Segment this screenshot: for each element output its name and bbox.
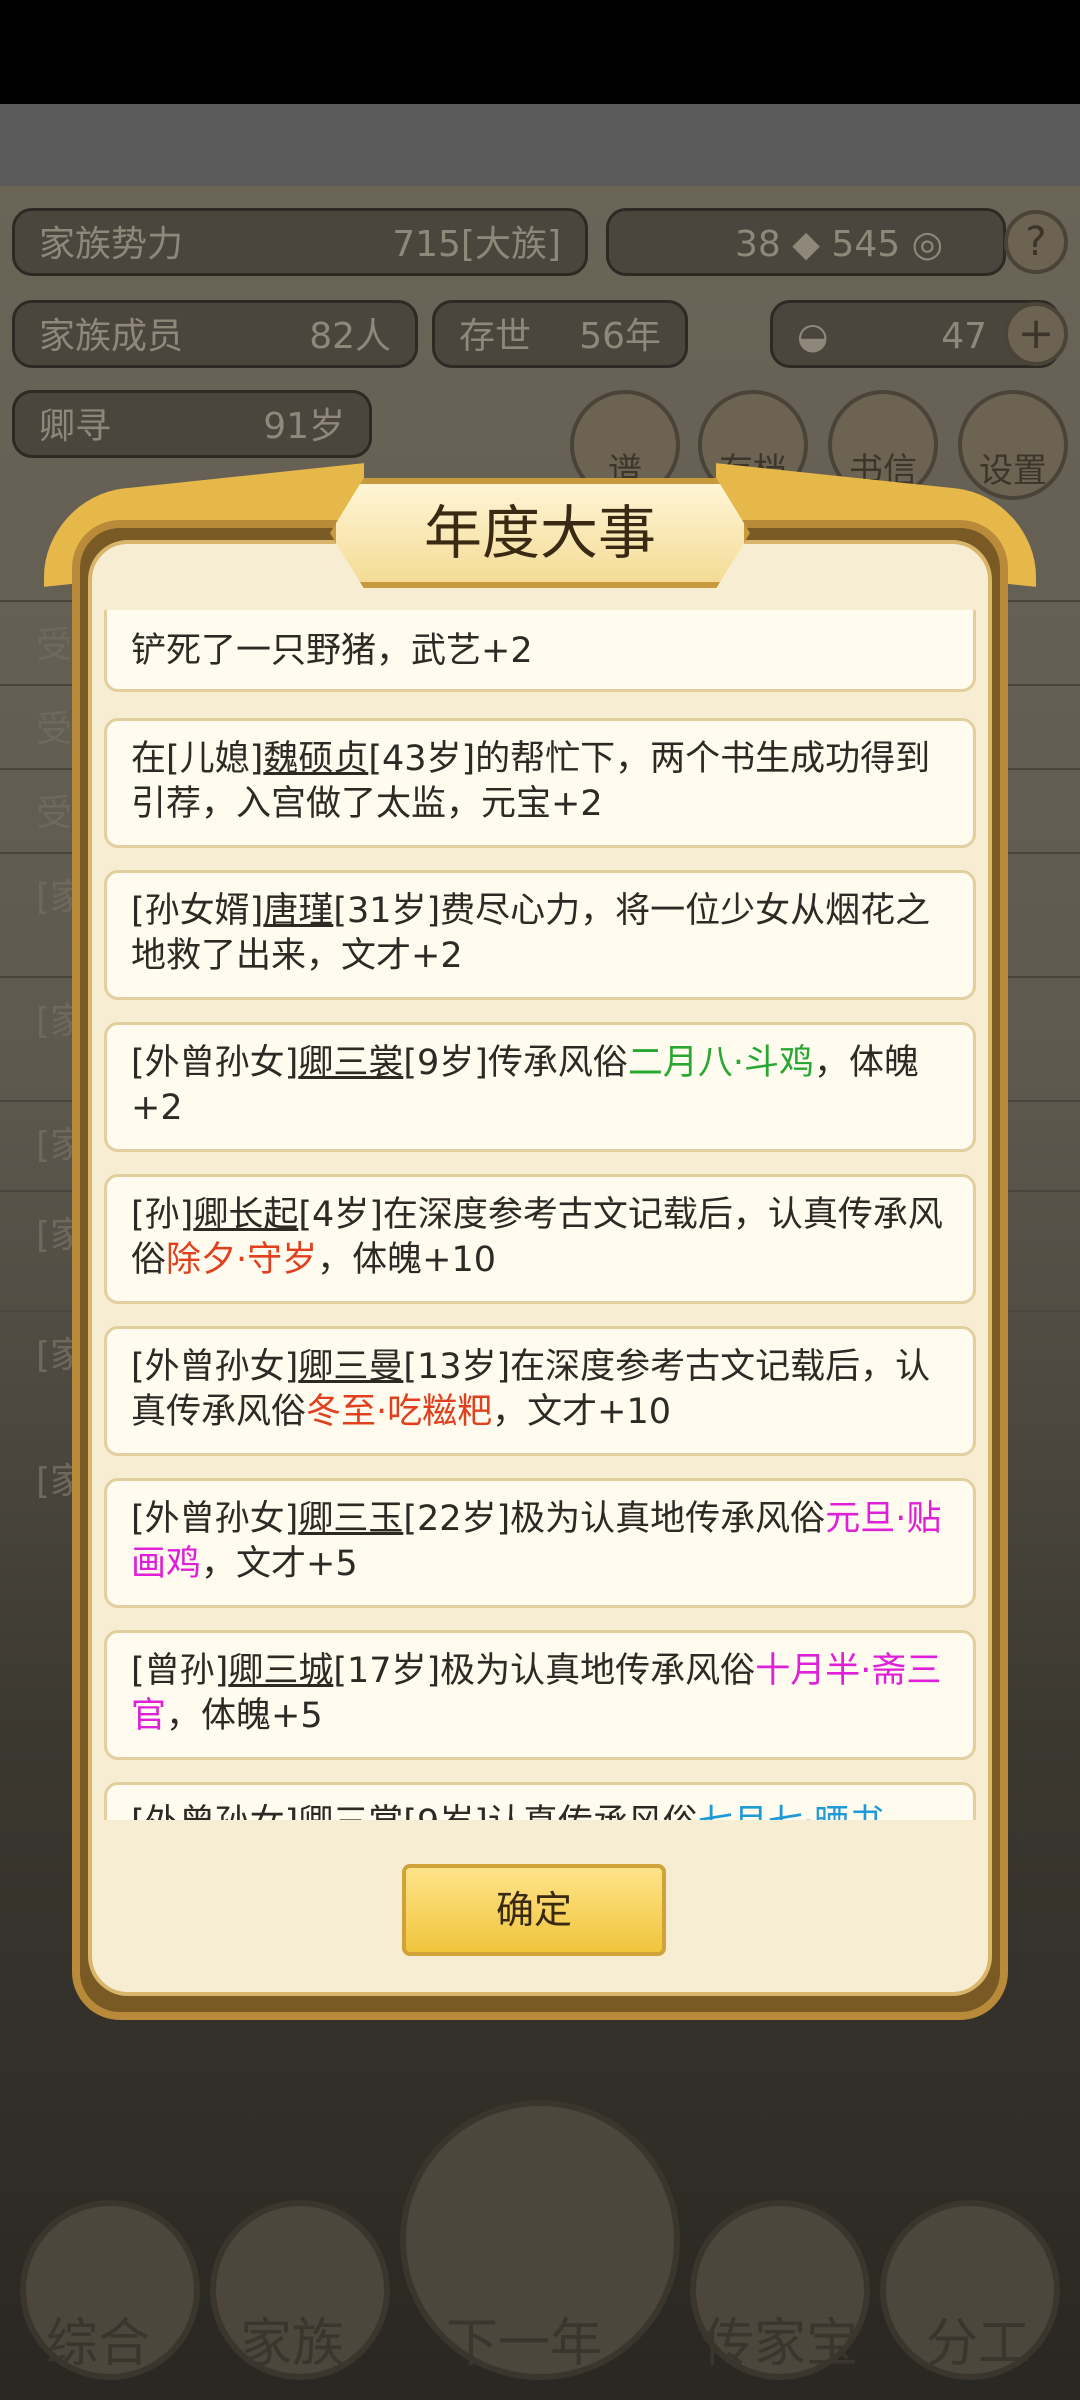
custom-name: 七月七·晒书 [698, 1803, 884, 1820]
nav-family[interactable]: 家族 [240, 2301, 344, 2376]
event-card: [外曾孙女]卿三曼[13岁]在深度参考古文记载后，认真传承风俗冬至·吃糍粑，文才… [104, 1326, 976, 1456]
alive-label: 存世 [459, 316, 532, 357]
events-list[interactable]: 铲死了一只野猪，武艺+2 在[儿媳]魏硕贞[43岁]的帮忙下，两个书生成功得到引… [104, 610, 976, 1820]
help-button[interactable]: ? [1004, 210, 1068, 274]
family-power-value: 715 [392, 224, 461, 265]
event-card: 铲死了一只野猪，武艺+2 [104, 610, 976, 692]
custom-name: 除夕·守岁 [166, 1240, 318, 1280]
person-name-link[interactable]: 卿长起 [193, 1195, 298, 1235]
nav-heirloom[interactable]: 传家宝 [702, 2301, 858, 2376]
members-label: 家族成员 [39, 316, 184, 357]
event-card: [孙女婿]唐瑾[31岁]费尽心力，将一位少女从烟花之地救了出来，文才+2 [104, 870, 976, 1000]
alive-years-stat: 存世 56年 [432, 300, 688, 368]
currency2-value: 545 [831, 224, 901, 265]
alive-value: 56年 [579, 316, 661, 357]
event-card: [曾孙]卿三城[17岁]极为认真地传承风俗十月半·斋三官，体魄+5 [104, 1630, 976, 1760]
plus-icon: + [1017, 308, 1055, 359]
settings-button[interactable]: 设置 [958, 390, 1068, 500]
help-icon: ? [1025, 219, 1047, 265]
event-card: [外曾孙女]卿三裳[9岁]认真传承风俗七月七·晒书 [104, 1782, 976, 1820]
family-power-stat: 家族势力 715[大族] [12, 208, 588, 276]
family-rank: [大族] [460, 224, 561, 265]
event-card: [外曾孙女]卿三裳[9岁]传承风俗二月八·斗鸡，体魄+2 [104, 1022, 976, 1152]
dialog-title: 年度大事 [423, 499, 656, 567]
person-age: 91岁 [263, 406, 345, 447]
gold-ingot-icon: ◒ [797, 316, 829, 357]
family-members-stat: 家族成员 82人 [12, 300, 418, 368]
gold-value: 47 [941, 316, 987, 357]
status-bar [0, 0, 1080, 104]
family-power-label: 家族势力 [39, 224, 184, 265]
person-name-link[interactable]: 卿三曼 [298, 1347, 403, 1387]
add-gold-button[interactable]: + [1004, 302, 1068, 366]
currency1-value: 38 [735, 224, 781, 265]
custom-name: 冬至·吃糍粑 [306, 1392, 493, 1432]
person-name-link[interactable]: 卿三裳 [298, 1043, 403, 1083]
custom-name: 二月八·斗鸡 [627, 1043, 815, 1083]
members-value: 82人 [309, 316, 391, 357]
nav-next-year[interactable]: 下一年 [446, 2301, 602, 2376]
nav-overview[interactable]: 综合 [46, 2301, 150, 2376]
confirm-button[interactable]: 确定 [402, 1864, 666, 1956]
nav-division[interactable]: 分工 [926, 2301, 1030, 2376]
app-top-bar [0, 104, 1080, 186]
person-name-link[interactable]: 卿三城 [228, 1651, 333, 1691]
person-name-link[interactable]: 魏硕贞 [263, 739, 368, 779]
person-name: 卿寻 [39, 406, 112, 447]
event-card: [孙]卿长起[4岁]在深度参考古文记载后，认真传承风俗除夕·守岁，体魄+10 [104, 1174, 976, 1304]
person-stat: 卿寻 91岁 [12, 390, 372, 458]
event-card: [外曾孙女]卿三玉[22岁]极为认真地传承风俗元旦·贴画鸡，文才+5 [104, 1478, 976, 1608]
event-card: 在[儿媳]魏硕贞[43岁]的帮忙下，两个书生成功得到引荐，入宫做了太监，元宝+2 [104, 718, 976, 848]
person-name-link[interactable]: 卿三玉 [298, 1499, 403, 1539]
person-name-link[interactable]: 唐瑾 [263, 891, 333, 931]
currency-stat: 38 ◆ 545 ◎ [606, 208, 1006, 276]
